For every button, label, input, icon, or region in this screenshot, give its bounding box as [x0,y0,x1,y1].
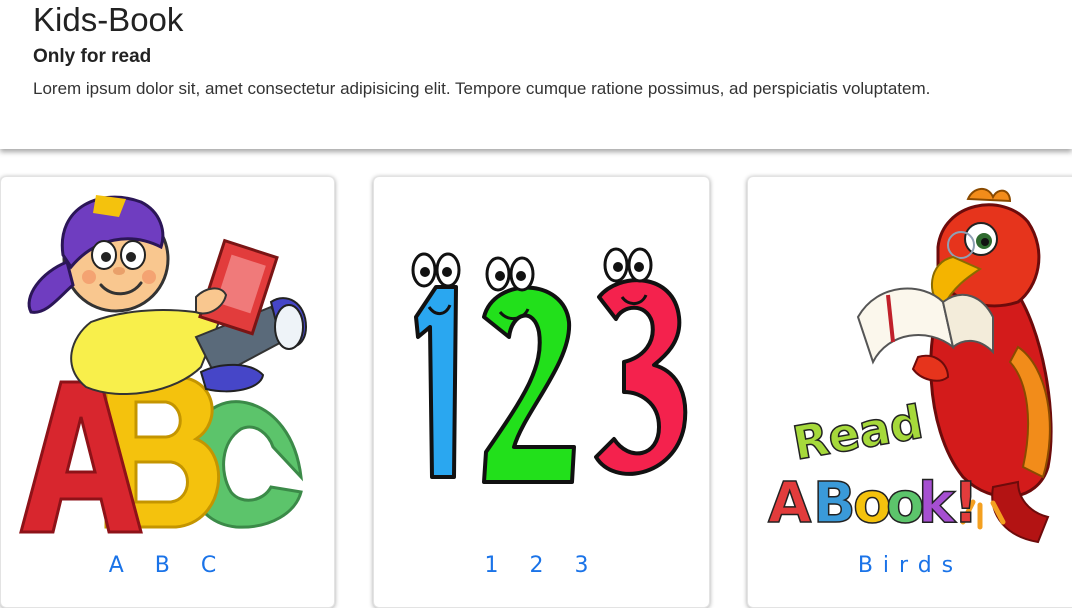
book-card-abc[interactable]: A B C [0,176,335,608]
numbers-123-illustration [411,247,688,484]
site-subtitle: Only for read [33,46,152,67]
book-card-birds[interactable]: Read A B o o k ! Birds [747,176,1072,608]
svg-text:Read: Read [789,395,927,471]
site-title: Kids-Book [33,1,184,38]
svg-text:k: k [918,471,957,536]
card-label-birds[interactable]: Birds [748,553,1072,578]
abc-boy-reading-illustration [19,195,308,534]
site-description: Lorem ipsum dolor sit, amet consectetur … [33,79,931,98]
book-card-123[interactable]: 1 2 3 [373,176,710,608]
svg-text:A: A [768,471,812,536]
card-label-abc[interactable]: A B C [1,553,334,578]
svg-text:B: B [813,471,856,536]
svg-text:!: ! [953,471,979,536]
page-header: Kids-Book Only for read Lorem ipsum dolo… [0,0,1072,149]
parrot-read-a-book-illustration: Read A B o o k ! [767,188,1053,544]
card-label-123[interactable]: 1 2 3 [374,553,709,578]
